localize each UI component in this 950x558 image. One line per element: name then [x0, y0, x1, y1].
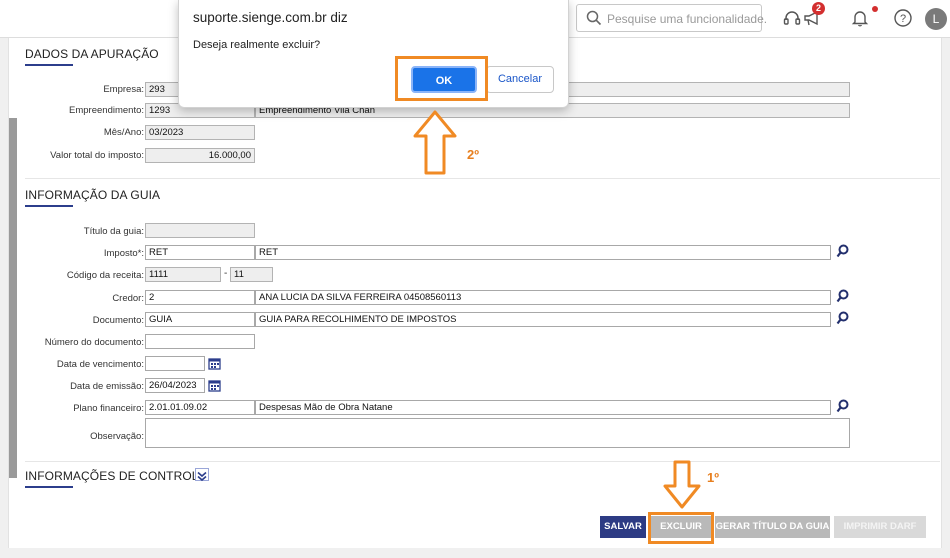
headset-icon[interactable] [782, 8, 802, 28]
left-strip [9, 118, 17, 478]
annotation-step-1: 1º [707, 470, 719, 485]
titulo-field [145, 223, 255, 238]
section-underline [25, 64, 73, 66]
confirm-dialog: suporte.sienge.com.br diz Deseja realmen… [178, 0, 569, 108]
generate-title-button[interactable]: GERAR TÍTULO DA GUIA [715, 516, 830, 538]
plano-financeiro-name-field[interactable]: Despesas Mão de Obra Natane [255, 400, 831, 415]
imposto-code-field[interactable]: RET [145, 245, 255, 260]
empresa-label: Empresa: [103, 84, 144, 95]
valor-label: Valor total do imposto: [50, 150, 144, 161]
titulo-label: Título da guia: [83, 226, 144, 237]
vencimento-field[interactable] [145, 356, 205, 371]
section-title-guia: INFORMAÇÃO DA GUIA [25, 188, 161, 202]
search-icon [586, 10, 602, 26]
alert-dot [872, 6, 878, 12]
mes-ano-field: 03/2023 [145, 125, 255, 140]
empreendimento-label: Empreendimento: [69, 105, 144, 116]
search-box[interactable]: Pesquise uma funcionalidade. [576, 4, 767, 32]
print-darf-button: IMPRIMIR DARF [834, 516, 926, 538]
vencimento-label: Data de vencimento: [56, 359, 144, 370]
section-divider [25, 461, 940, 462]
annotation-step-2: 2º [467, 147, 479, 162]
bell-icon[interactable] [850, 8, 870, 28]
plano-financeiro-label: Plano financeiro: [73, 403, 144, 414]
documento-name-field[interactable]: GUIA PARA RECOLHIMENTO DE IMPOSTOS [255, 312, 831, 327]
emissao-field[interactable]: 26/04/2023 [145, 378, 205, 393]
numero-documento-field[interactable] [145, 334, 255, 349]
calendar-icon[interactable] [208, 357, 221, 370]
credor-label: Credor: [112, 293, 144, 304]
cancel-button[interactable]: Cancelar [486, 66, 554, 93]
imposto-name-field[interactable]: RET [255, 245, 831, 260]
valor-field: 16.000,00 [145, 148, 255, 163]
section-title-controle: INFORMAÇÕES DE CONTROLE [25, 469, 207, 483]
codigo-receita-field: 1111 [145, 267, 221, 282]
credor-name-field[interactable]: ANA LUCIA DA SILVA FERREIRA 04508560113 [255, 290, 831, 305]
emissao-label: Data de emissão: [70, 381, 144, 392]
documento-code-field[interactable]: GUIA [145, 312, 255, 327]
section-divider [25, 178, 940, 179]
documento-label: Documento: [92, 315, 144, 326]
search-icon[interactable] [836, 399, 850, 413]
credor-code-field[interactable]: 2 [145, 290, 255, 305]
codigo-separator: - [224, 268, 228, 279]
dialog-message: Deseja realmente excluir? [193, 39, 321, 51]
search-placeholder: Pesquise uma funcionalidade. [607, 12, 768, 26]
codigo-receita-label: Código da receita: [66, 270, 144, 281]
notification-badge: 2 [812, 2, 825, 15]
mes-ano-label: Mês/Ano: [103, 127, 144, 138]
arrow-down-icon [663, 460, 701, 509]
avatar[interactable]: L [925, 8, 947, 30]
section-underline [25, 205, 73, 207]
plano-financeiro-code-field[interactable]: 2.01.01.09.02 [145, 400, 255, 415]
numero-documento-label: Número do documento: [44, 337, 144, 348]
observacao-field[interactable] [145, 418, 850, 448]
calendar-icon[interactable] [208, 379, 221, 392]
annotation-highlight-excluir [648, 512, 714, 544]
save-button[interactable]: SALVAR [600, 516, 646, 538]
imposto-label: Imposto*: [103, 248, 144, 259]
search-icon[interactable] [836, 311, 850, 325]
annotation-highlight-ok [395, 56, 488, 101]
double-chevron-down-icon [197, 471, 207, 482]
dialog-title: suporte.sienge.com.br diz [193, 10, 348, 25]
expand-toggle[interactable] [195, 468, 209, 482]
codigo-suffix-field: 11 [230, 267, 273, 282]
help-icon[interactable]: ? [893, 8, 913, 28]
section-underline [25, 486, 73, 488]
search-icon[interactable] [836, 244, 850, 258]
search-icon[interactable] [836, 289, 850, 303]
observacao-label: Observação: [90, 431, 144, 442]
section-title-apuracao: DADOS DA APURAÇÃO [25, 47, 159, 61]
svg-text:?: ? [900, 13, 906, 25]
arrow-up-icon [413, 110, 457, 175]
